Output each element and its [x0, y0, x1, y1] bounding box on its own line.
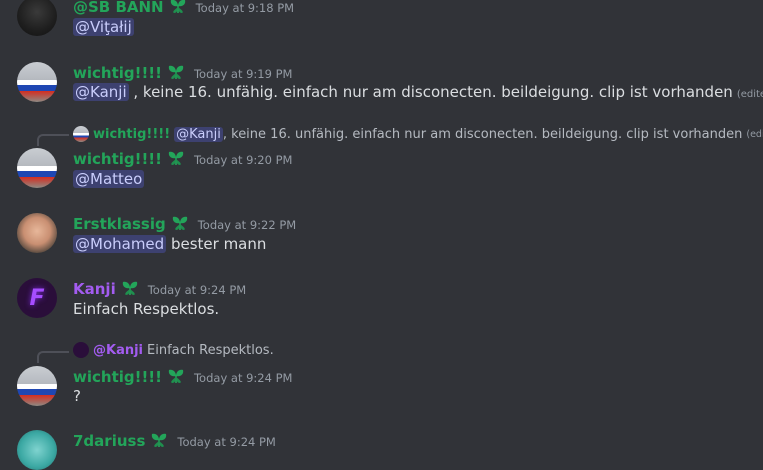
- user-avatar[interactable]: [17, 430, 57, 470]
- user-mention[interactable]: @Matteo: [73, 170, 145, 188]
- author-name[interactable]: wichtig!!!!: [73, 64, 162, 82]
- user-avatar[interactable]: [17, 148, 57, 188]
- author-name[interactable]: wichtig!!!!: [73, 368, 162, 386]
- leaf-badge-icon[interactable]: [171, 215, 189, 231]
- message-text: Einfach Respektlos.: [73, 300, 220, 318]
- timestamp[interactable]: Today at 9:24 PM: [148, 283, 246, 297]
- author-name[interactable]: 7dariuss: [73, 432, 145, 450]
- reply-connector: [37, 351, 69, 363]
- message-header: Erstklassig Today at 9:22 PM: [73, 213, 296, 233]
- leaf-badge-icon[interactable]: [167, 150, 185, 166]
- reply-edited-label: (edited): [746, 128, 763, 140]
- message-header: @SB BANN Today at 9:18 PM: [73, 0, 294, 16]
- message-header: wichtig!!!! Today at 9:19 PM: [73, 62, 292, 82]
- message-content: @Matteo: [73, 170, 145, 188]
- reply-text: , keine 16. unfähig. einfach nur am disc…: [222, 126, 743, 142]
- leaf-badge-icon[interactable]: [167, 64, 185, 80]
- timestamp[interactable]: Today at 9:20 PM: [194, 153, 292, 167]
- user-avatar[interactable]: [17, 366, 57, 406]
- user-avatar[interactable]: [17, 62, 57, 102]
- message-text: , keine 16. unfähig. einfach nur am disc…: [128, 83, 733, 101]
- user-mention[interactable]: @Mohamed: [73, 235, 167, 253]
- author-name[interactable]: @SB BANN: [73, 0, 164, 16]
- user-mention[interactable]: @Kanji: [73, 83, 129, 101]
- leaf-badge-icon[interactable]: [169, 0, 187, 14]
- timestamp[interactable]: Today at 9:22 PM: [198, 218, 296, 232]
- message-text: bester mann: [166, 235, 267, 253]
- author-name[interactable]: wichtig!!!!: [73, 150, 162, 168]
- message-content: @Mohamed bester mann: [73, 235, 266, 253]
- user-avatar[interactable]: F: [17, 278, 57, 318]
- reply-connector: [37, 134, 69, 146]
- kanji-logo-icon: F: [29, 285, 45, 311]
- message-header: Kanji Today at 9:24 PM: [73, 278, 246, 298]
- message-content: @Kanji , keine 16. unfähig. einfach nur …: [73, 83, 763, 101]
- timestamp[interactable]: Today at 9:18 PM: [196, 1, 294, 15]
- leaf-badge-icon[interactable]: [121, 280, 139, 296]
- timestamp[interactable]: Today at 9:19 PM: [194, 67, 292, 81]
- reply-avatar: [73, 342, 89, 358]
- user-mention[interactable]: @Viţałij: [73, 18, 134, 36]
- reply-author[interactable]: @Kanji: [93, 343, 143, 358]
- timestamp[interactable]: Today at 9:24 PM: [194, 371, 292, 385]
- message-content: @Viţałij: [73, 18, 134, 36]
- message-header: wichtig!!!! Today at 9:24 PM: [73, 366, 292, 386]
- reply-text: Einfach Respektlos.: [147, 342, 274, 358]
- message-content: ?: [73, 387, 81, 405]
- author-name[interactable]: Erstklassig: [73, 215, 166, 233]
- reply-preview[interactable]: wichtig!!!! @Kanji , keine 16. unfähig. …: [73, 126, 763, 142]
- reply-mention[interactable]: @Kanji: [174, 126, 223, 142]
- timestamp[interactable]: Today at 9:24 PM: [177, 435, 275, 449]
- leaf-badge-icon[interactable]: [167, 368, 185, 384]
- message-header: wichtig!!!! Today at 9:20 PM: [73, 148, 292, 168]
- reply-author[interactable]: wichtig!!!!: [93, 127, 170, 142]
- user-avatar[interactable]: [17, 213, 57, 253]
- author-name[interactable]: Kanji: [73, 280, 116, 298]
- message-content: Einfach Respektlos.: [73, 300, 219, 318]
- message-header: 7dariuss Today at 9:24 PM: [73, 430, 276, 450]
- leaf-badge-icon[interactable]: [150, 432, 168, 448]
- edited-label: (edited): [736, 89, 763, 100]
- user-avatar[interactable]: [17, 0, 57, 36]
- message-text: ?: [73, 387, 81, 405]
- reply-preview[interactable]: @Kanji Einfach Respektlos.: [73, 342, 274, 358]
- reply-avatar: [73, 126, 89, 142]
